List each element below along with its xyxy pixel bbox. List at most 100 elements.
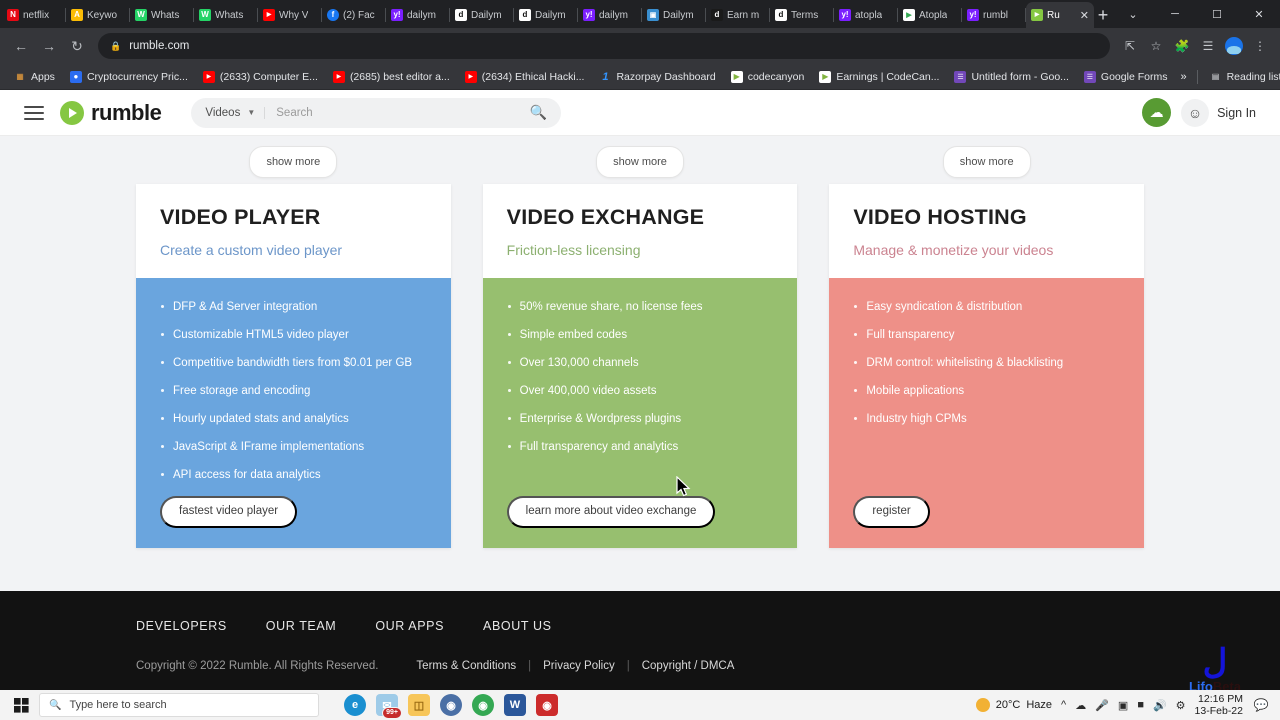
- search-icon[interactable]: 🔍: [530, 104, 547, 121]
- browser-tab[interactable]: ▶ Atopla: [898, 2, 962, 28]
- tab-search-icon[interactable]: ⌄: [1112, 0, 1154, 28]
- weather-widget[interactable]: 20°C Haze: [975, 698, 1052, 712]
- extensions-icon[interactable]: 🧩: [1170, 34, 1194, 58]
- footer-link-our-team[interactable]: OUR TEAM: [266, 619, 337, 633]
- windows-start-icon[interactable]: [6, 697, 36, 713]
- bookmarks-bar: ▦ Apps ● Cryptocurrency Pric... ▶ (2633) Co…: [0, 64, 1280, 90]
- volume-icon[interactable]: 🔊: [1153, 699, 1167, 712]
- card-cta-button[interactable]: learn more about video exchange: [506, 496, 716, 528]
- browser-tab[interactable]: A Keywo: [66, 2, 130, 28]
- browser-tab[interactable]: ▶ Why V: [258, 2, 322, 28]
- edge-icon[interactable]: e: [344, 694, 366, 716]
- tab-close-icon[interactable]: ✕: [1080, 9, 1089, 22]
- taskbar-search[interactable]: 🔍 Type here to search: [39, 693, 319, 717]
- reload-icon[interactable]: ↻: [64, 33, 90, 59]
- minimize-button[interactable]: ─: [1154, 0, 1196, 28]
- bookmark-item[interactable]: ▶ Earnings | CodeCan...: [813, 69, 945, 85]
- tab-label: rumbl: [983, 9, 1009, 21]
- footer-link-dmca[interactable]: Copyright / DMCA: [642, 660, 735, 672]
- browser-tab[interactable]: ▣ Dailym: [642, 2, 706, 28]
- taskbar-clock[interactable]: 12:16 PM 13-Feb-22: [1195, 693, 1243, 717]
- footer-link-our-apps[interactable]: OUR APPS: [375, 619, 444, 633]
- reading-list-label: Reading list: [1226, 70, 1280, 83]
- bookmark-label: (2633) Computer E...: [219, 70, 318, 83]
- show-more-button[interactable]: show more: [249, 146, 338, 178]
- word-icon[interactable]: W: [504, 694, 526, 716]
- browser-tab[interactable]: y! dailym: [386, 2, 450, 28]
- hamburger-icon[interactable]: [24, 105, 44, 120]
- menu-icon[interactable]: ⋮: [1248, 34, 1272, 58]
- bookmark-item[interactable]: ● Cryptocurrency Pric...: [64, 69, 194, 85]
- upload-cloud-icon[interactable]: ☁: [1142, 98, 1172, 127]
- bookmark-item[interactable]: 1 Razorpay Dashboard: [593, 69, 721, 85]
- file-explorer-icon[interactable]: ◫: [408, 694, 430, 716]
- bookmark-item[interactable]: ▶ (2685) best editor a...: [327, 69, 456, 85]
- profile-avatar[interactable]: [1222, 34, 1246, 58]
- browser-tab[interactable]: d Earn m: [706, 2, 770, 28]
- list-item: Enterprise & Wordpress plugins: [507, 412, 774, 427]
- search-input[interactable]: [265, 106, 530, 119]
- browser-tab[interactable]: d Dailym: [514, 2, 578, 28]
- search-category-select[interactable]: Videos ▼: [205, 106, 266, 119]
- reading-list-icon: ▤: [1211, 72, 1220, 81]
- browser-tab[interactable]: d Dailym: [450, 2, 514, 28]
- bookmark-item[interactable]: ▶ (2634) Ethical Hacki...: [459, 69, 591, 85]
- maximize-button[interactable]: ☐: [1196, 0, 1238, 28]
- back-icon[interactable]: ←: [8, 33, 34, 59]
- footer-link-developers[interactable]: DEVELOPERS: [136, 619, 227, 633]
- bookmark-label: Cryptocurrency Pric...: [86, 70, 188, 83]
- browser-tab[interactable]: Nnetflix: [2, 2, 66, 28]
- media-player-icon[interactable]: ◉: [440, 694, 462, 716]
- forward-icon[interactable]: →: [36, 33, 62, 59]
- browser-tab-active[interactable]: ▶ Ru ✕: [1026, 2, 1094, 28]
- share-icon[interactable]: ⇱: [1118, 34, 1142, 58]
- tab-strip: Nnetflix A Keywo W Whats W Whats ▶ Why V f (2…: [0, 0, 1280, 28]
- tab-label: Whats: [151, 9, 180, 21]
- envato-icon: ▶: [819, 70, 832, 83]
- network-icon[interactable]: ⚙: [1176, 699, 1186, 712]
- rumble-logo[interactable]: rumble: [60, 100, 162, 126]
- notification-icon[interactable]: 💬: [1252, 696, 1270, 714]
- chevron-up-icon[interactable]: ^: [1061, 699, 1066, 711]
- star-icon[interactable]: ☆: [1144, 34, 1168, 58]
- close-window-button[interactable]: ✕: [1238, 0, 1280, 28]
- battery-icon[interactable]: ■: [1137, 699, 1144, 711]
- card-cta-button[interactable]: register: [853, 496, 930, 528]
- browser-tab[interactable]: y! rumbl: [962, 2, 1026, 28]
- browser-tab[interactable]: W Whats: [130, 2, 194, 28]
- show-more-button[interactable]: show more: [596, 146, 684, 178]
- address-bar[interactable]: 🔒 rumble.com: [98, 33, 1110, 59]
- reading-list-icon[interactable]: ☰: [1196, 34, 1220, 58]
- microphone-icon[interactable]: 🎤: [1095, 699, 1109, 712]
- card-cta-button[interactable]: fastest video player: [160, 496, 298, 528]
- card-subtitle: Create a custom video player: [160, 241, 343, 258]
- new-tab-button[interactable]: +: [1094, 2, 1112, 28]
- list-item: Full transparency: [853, 328, 1120, 343]
- chrome-icon[interactable]: ◉: [472, 694, 494, 716]
- card-header: VIDEO EXCHANGE Friction-less licensing: [482, 184, 798, 279]
- bookmark-apps[interactable]: ▦ Apps: [8, 69, 61, 85]
- bookmark-item[interactable]: ☰ Google Forms: [1078, 69, 1174, 85]
- sign-in-button[interactable]: ☺ Sign In: [1181, 98, 1256, 127]
- bookmark-item[interactable]: ▶ codecanyon: [725, 69, 811, 85]
- watermark-glyph: ل: [1202, 643, 1230, 682]
- show-more-button[interactable]: show more: [942, 146, 1031, 178]
- footer-link-about-us[interactable]: ABOUT US: [483, 619, 551, 633]
- card-video-hosting: VIDEO HOSTING Manage & monetize your vid…: [829, 184, 1145, 548]
- browser-tab[interactable]: y! dailym: [578, 2, 642, 28]
- bookmarks-overflow-icon[interactable]: »: [1176, 71, 1190, 83]
- footer-link-terms[interactable]: Terms & Conditions: [416, 660, 516, 672]
- app-icon[interactable]: ◉: [536, 694, 558, 716]
- reading-list-button[interactable]: ▤ Reading list: [1204, 69, 1280, 85]
- screenshot-icon[interactable]: ▣: [1118, 699, 1128, 712]
- onedrive-icon[interactable]: ☁: [1075, 699, 1086, 712]
- browser-tab[interactable]: y! atopla: [834, 2, 898, 28]
- browser-tab[interactable]: W Whats: [194, 2, 258, 28]
- mail-icon[interactable]: ✉ 99+: [376, 694, 402, 719]
- footer-link-privacy[interactable]: Privacy Policy: [543, 660, 615, 672]
- bookmark-item[interactable]: ▶ (2633) Computer E...: [197, 69, 324, 85]
- browser-tab[interactable]: f (2) Fac: [322, 2, 386, 28]
- bookmark-item[interactable]: ☰ Untitled form - Goo...: [948, 69, 1074, 85]
- browser-tab[interactable]: d Terms: [770, 2, 834, 28]
- search-bar[interactable]: Videos ▼ 🔍: [191, 97, 562, 128]
